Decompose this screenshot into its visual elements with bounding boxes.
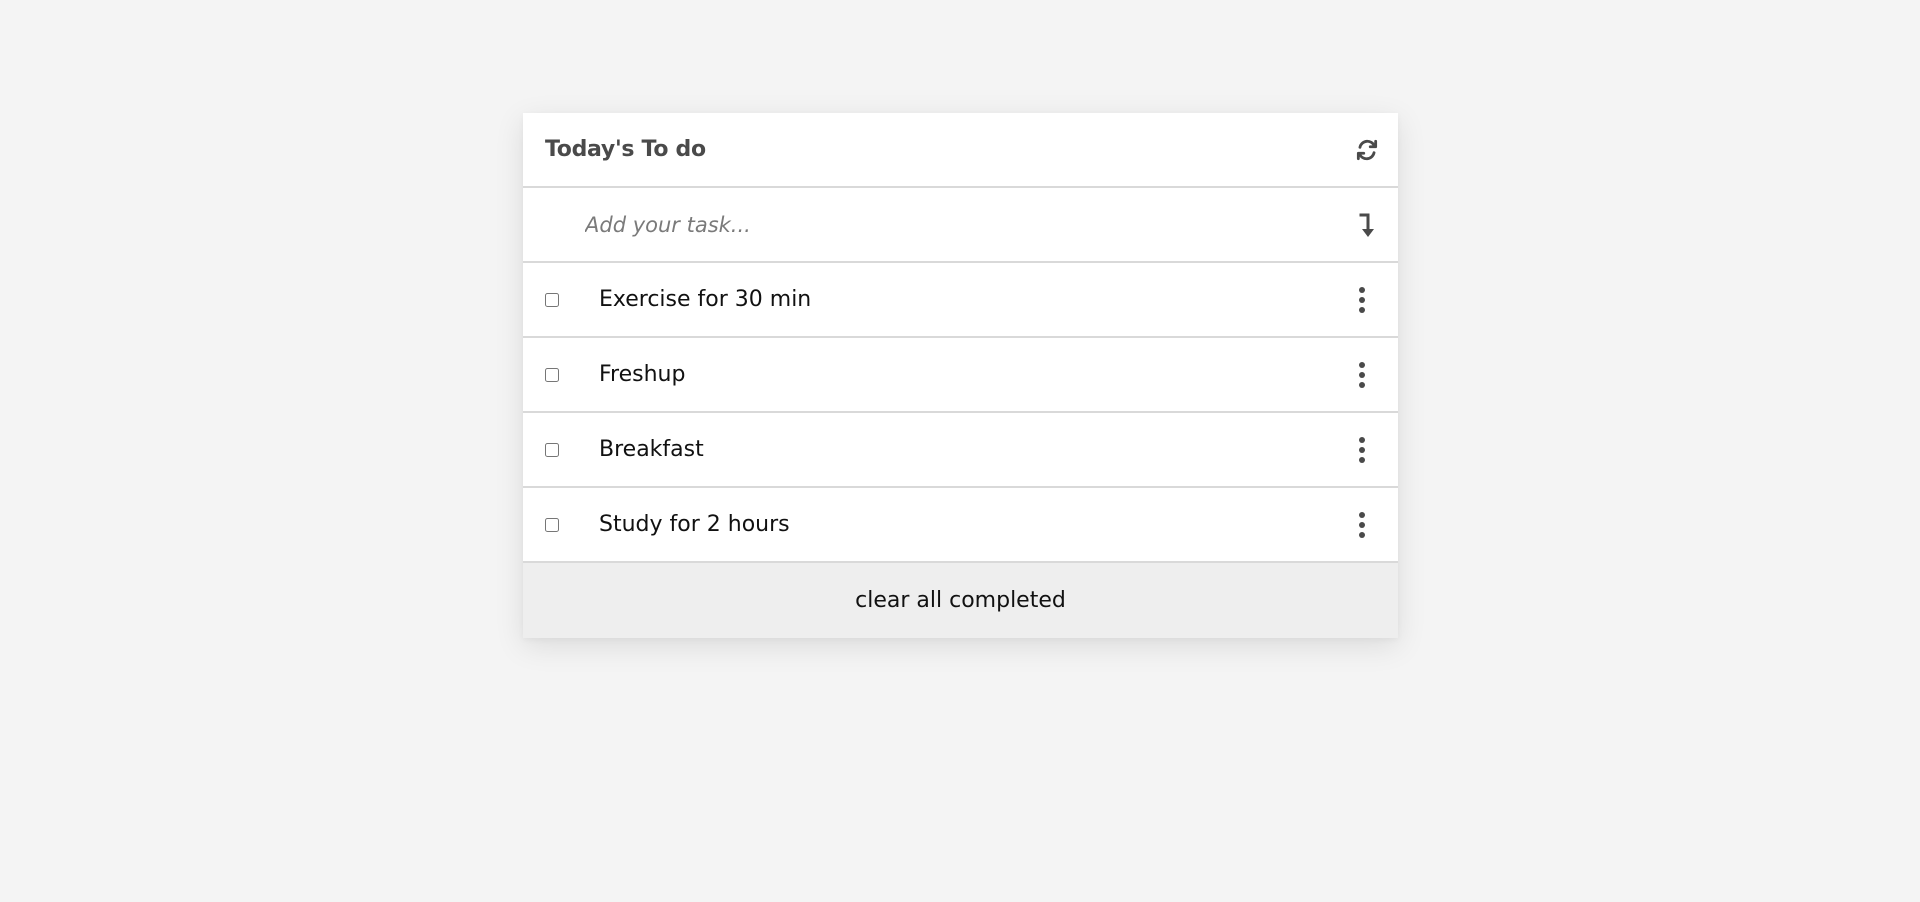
vertical-dots-icon bbox=[1359, 447, 1365, 453]
page-title: Today's To do bbox=[545, 137, 706, 162]
vertical-dots-icon bbox=[1359, 307, 1365, 313]
clear-completed-button[interactable]: clear all completed bbox=[523, 563, 1398, 638]
vertical-dots-icon bbox=[1359, 287, 1365, 293]
task-checkbox[interactable] bbox=[545, 442, 559, 457]
task-label: Study for 2 hours bbox=[599, 512, 790, 537]
task-label: Exercise for 30 min bbox=[599, 287, 812, 312]
vertical-dots-icon bbox=[1359, 297, 1365, 303]
refresh-button[interactable] bbox=[1352, 135, 1382, 165]
task-checkbox[interactable] bbox=[545, 292, 559, 307]
add-task-row bbox=[523, 188, 1398, 263]
task-menu-button[interactable] bbox=[1356, 512, 1368, 538]
task-item: Freshup bbox=[523, 338, 1398, 413]
clear-completed-label: clear all completed bbox=[855, 588, 1066, 613]
task-checkbox[interactable] bbox=[545, 517, 559, 532]
task-checkbox[interactable] bbox=[545, 367, 559, 382]
vertical-dots-icon bbox=[1359, 362, 1365, 368]
arrow-down-return-icon bbox=[1359, 213, 1374, 237]
vertical-dots-icon bbox=[1359, 372, 1365, 378]
task-menu-button[interactable] bbox=[1356, 362, 1368, 388]
refresh-icon bbox=[1356, 139, 1378, 161]
task-menu-button[interactable] bbox=[1356, 437, 1368, 463]
vertical-dots-icon bbox=[1359, 522, 1365, 528]
todo-header: Today's To do bbox=[523, 113, 1398, 188]
vertical-dots-icon bbox=[1359, 382, 1365, 388]
task-label: Breakfast bbox=[599, 437, 704, 462]
vertical-dots-icon bbox=[1359, 437, 1365, 443]
todo-card: Today's To do Exercise for 30 min Fre bbox=[523, 113, 1398, 638]
task-item: Exercise for 30 min bbox=[523, 263, 1398, 338]
vertical-dots-icon bbox=[1359, 512, 1365, 518]
add-task-button[interactable] bbox=[1352, 210, 1382, 242]
vertical-dots-icon bbox=[1359, 532, 1365, 538]
task-item: Breakfast bbox=[523, 413, 1398, 488]
add-task-input[interactable] bbox=[583, 203, 1328, 246]
task-item: Study for 2 hours bbox=[523, 488, 1398, 563]
task-menu-button[interactable] bbox=[1356, 287, 1368, 313]
vertical-dots-icon bbox=[1359, 457, 1365, 463]
task-label: Freshup bbox=[599, 362, 686, 387]
